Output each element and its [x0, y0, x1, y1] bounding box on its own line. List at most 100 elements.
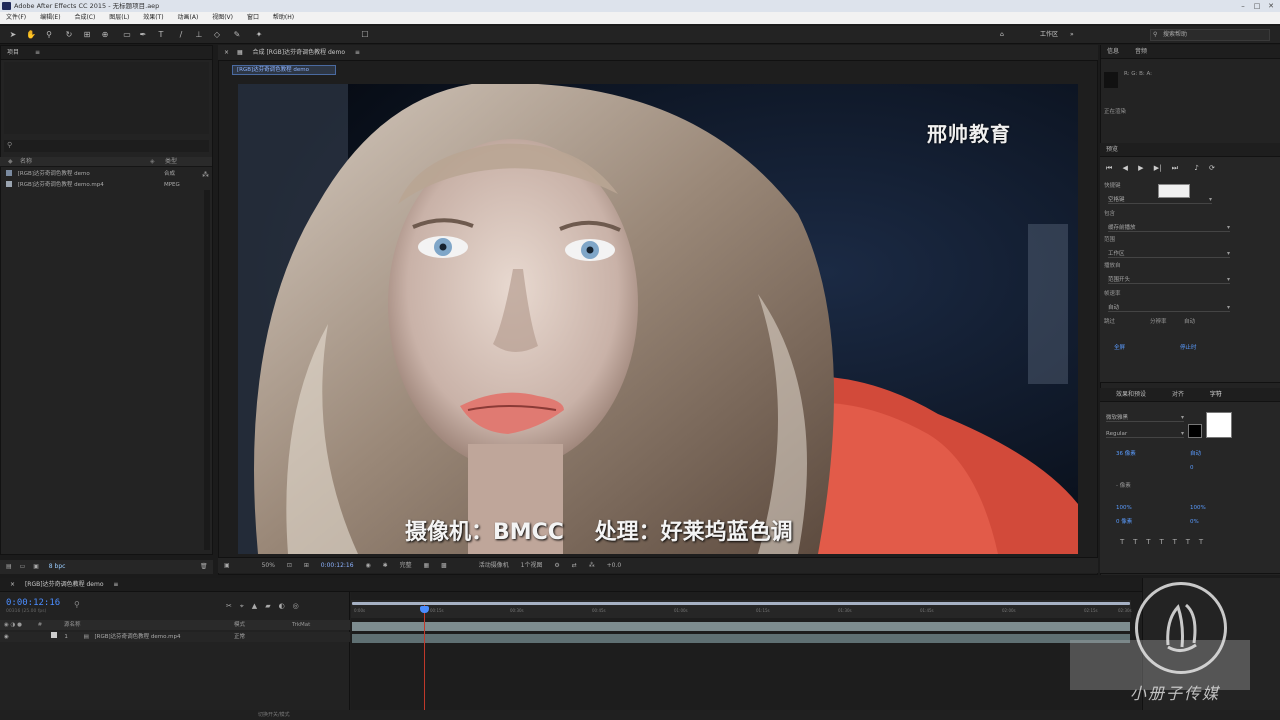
fit-icon[interactable]: ⊡ — [287, 558, 292, 574]
layer-duration-bar[interactable] — [352, 634, 1130, 643]
work-area-bar[interactable] — [352, 602, 1130, 605]
leading-field[interactable]: 自动 — [1190, 450, 1201, 459]
minimize-icon[interactable]: – — [1238, 2, 1248, 10]
character-tab[interactable]: 字符 — [1210, 391, 1222, 398]
menu-view[interactable]: 视图(V) — [206, 12, 239, 24]
resolution-dropdown[interactable]: 完整 — [400, 558, 412, 574]
tracking-field[interactable]: 0 — [1190, 464, 1194, 473]
eraser-tool-icon[interactable]: ◇ — [212, 30, 222, 40]
workspace-dropdown-icon[interactable]: » — [1070, 29, 1074, 41]
composition-tab-label[interactable]: 合成 [RGB]达芬奇调色教程 demo — [253, 49, 345, 56]
panel-menu-icon[interactable]: ≡ — [355, 49, 360, 56]
region-icon[interactable]: ▦ — [424, 558, 430, 574]
baseline-shift-field[interactable]: 0 像素 — [1116, 518, 1132, 527]
selection-tool-icon[interactable]: ➤ — [8, 30, 18, 40]
composition-breadcrumb[interactable]: [RGB]达芬奇调色教程 demo — [232, 65, 336, 75]
zoom-tool-icon[interactable]: ⚲ — [44, 30, 54, 40]
panel-menu-icon[interactable]: ≡ — [113, 581, 118, 588]
snapping-icon[interactable]: ☐ — [360, 30, 370, 40]
layer-color-label[interactable] — [50, 632, 57, 638]
timeline-toggle-icon[interactable]: ⇄ — [572, 558, 577, 574]
camera-tool-icon[interactable]: ⊞ — [82, 30, 92, 40]
framerate-dropdown[interactable]: 自动 — [1108, 304, 1230, 312]
last-frame-icon[interactable]: ⏭ — [1172, 164, 1178, 172]
type-column-header[interactable]: 类型 — [165, 157, 177, 167]
view-layout-dropdown[interactable]: 1个视图 — [521, 558, 543, 574]
type-tool-icon[interactable]: T — [156, 30, 166, 40]
exposure-readout[interactable]: +0.0 — [607, 558, 622, 574]
snapshot-icon[interactable]: ◉ — [365, 558, 370, 574]
menu-file[interactable]: 文件(F) — [0, 12, 32, 24]
hand-tool-icon[interactable]: ✋ — [26, 30, 36, 40]
project-item-composition[interactable]: [RGB]达芬奇调色教程 demo 合成 — [6, 169, 206, 179]
preview-tab[interactable]: 预览 — [1100, 143, 1280, 157]
play-icon[interactable]: ▶ — [1138, 164, 1143, 172]
shortcut-dropdown[interactable]: 空格键 — [1108, 196, 1212, 204]
playhead-handle[interactable] — [420, 606, 429, 613]
play-from-dropdown[interactable]: 范围开头 — [1108, 276, 1230, 284]
name-column-header[interactable]: 名称 — [20, 157, 32, 167]
trkmat-header[interactable]: TrkMat — [292, 620, 310, 630]
horizontal-scale-field[interactable]: 100% — [1190, 504, 1206, 513]
audio-toggle-icon[interactable]: ♪ — [1194, 164, 1198, 172]
brush-tool-icon[interactable]: / — [176, 30, 186, 40]
source-name-header[interactable]: 源名称 — [64, 622, 81, 628]
menu-help[interactable]: 帮助(H) — [267, 12, 300, 24]
clone-stamp-tool-icon[interactable]: ⊥ — [194, 30, 204, 40]
timeline-tab-label[interactable]: [RGB]达芬奇调色教程 demo — [25, 581, 104, 588]
lock-icon[interactable]: ▦ — [237, 49, 243, 56]
maximize-icon[interactable]: □ — [1252, 2, 1262, 10]
menu-effect[interactable]: 效果(T) — [137, 12, 169, 24]
roto-brush-tool-icon[interactable]: ✎ — [232, 30, 242, 40]
pen-tool-icon[interactable]: ✒ — [138, 30, 148, 40]
trash-icon[interactable]: 🗑 — [200, 560, 208, 574]
channel-icon[interactable]: ✱ — [383, 558, 388, 574]
menu-layer[interactable]: 图层(L) — [103, 12, 135, 24]
menu-composition[interactable]: 合成(C) — [68, 12, 101, 24]
menu-edit[interactable]: 编辑(E) — [34, 12, 66, 24]
align-tab[interactable]: 对齐 — [1172, 391, 1184, 398]
workspace-label[interactable]: 工作区 — [1040, 29, 1058, 41]
next-frame-icon[interactable]: ▶| — [1154, 164, 1162, 172]
layer-duration-bar[interactable] — [352, 622, 1130, 631]
flowchart-icon[interactable]: ⁂ — [589, 558, 595, 574]
visibility-eye-icon[interactable]: ◉ — [4, 634, 9, 640]
help-search-input[interactable]: ⚲ 搜索帮助 — [1150, 29, 1270, 41]
stroke-width-field[interactable]: - 像素 — [1116, 482, 1131, 491]
first-frame-icon[interactable]: ⏮ — [1106, 164, 1112, 172]
panel-menu-icon[interactable]: ≡ — [35, 49, 40, 56]
playhead-line[interactable] — [424, 605, 425, 720]
zoom-dropdown[interactable]: 50% — [262, 558, 275, 574]
fast-preview-icon[interactable]: ⚙ — [554, 558, 559, 574]
composition-viewer[interactable]: 邢帅教育 摄像机：BMCC 处理：好莱坞蓝色调 — [238, 84, 1078, 554]
mask-tool-icon[interactable]: ▭ — [122, 30, 132, 40]
vertical-scale-field[interactable]: 100% — [1116, 504, 1132, 513]
rotate-tool-icon[interactable]: ↻ — [64, 30, 74, 40]
node-flow-icon[interactable]: ⁂ — [202, 171, 210, 179]
search-icon[interactable]: ⚲ — [74, 600, 80, 609]
close-icon[interactable]: × — [224, 49, 229, 56]
current-time-readout[interactable]: 0:00:12:16 — [321, 558, 354, 574]
project-search-input[interactable]: ⚲ — [4, 140, 209, 152]
font-style-dropdown[interactable]: Regular — [1106, 430, 1184, 438]
audio-tab[interactable]: 音频 — [1135, 48, 1147, 55]
project-tab[interactable]: 项目 ≡ — [1, 46, 212, 60]
menu-animation[interactable]: 动画(A) — [172, 12, 205, 24]
timeline-layer-row[interactable]: ◉ 1 ▤ [RGB]达芬奇调色教程 demo.mp4 正常 — [0, 632, 350, 642]
bit-depth-label[interactable]: 8 bpc — [49, 563, 66, 570]
menu-window[interactable]: 窗口 — [241, 12, 265, 24]
stop-behavior-link[interactable]: 停止时 — [1180, 344, 1197, 353]
workspace-icon[interactable]: ⌂ — [1000, 29, 1004, 41]
always-preview-icon[interactable]: ▣ — [224, 558, 230, 574]
close-icon[interactable]: × — [10, 581, 15, 588]
layer-name[interactable]: [RGB]达芬奇调色教程 demo.mp4 — [95, 634, 181, 640]
range-dropdown[interactable]: 工作区 — [1108, 250, 1230, 258]
stroke-color-swatch[interactable] — [1188, 424, 1202, 438]
fill-color-swatch[interactable] — [1206, 412, 1232, 438]
current-time-display[interactable]: 0:00:12:16 — [6, 598, 60, 608]
layer-mode-dropdown[interactable]: 正常 — [234, 632, 245, 642]
puppet-tool-icon[interactable]: ✦ — [254, 30, 264, 40]
camera-view-dropdown[interactable]: 活动摄像机 — [479, 558, 509, 574]
toggle-switches-label[interactable]: 切换开关/模式 — [258, 710, 290, 720]
font-family-dropdown[interactable]: 微软雅黑 — [1106, 414, 1184, 422]
